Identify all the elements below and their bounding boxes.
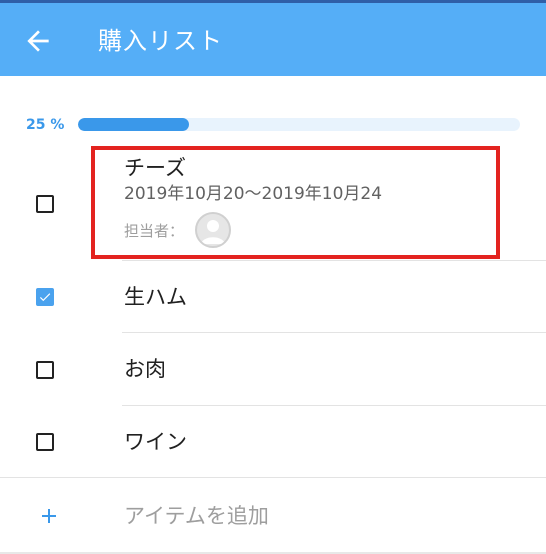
item-date-range: 2019年10月20〜2019年10月24 [124, 184, 383, 204]
item-checkbox[interactable] [36, 361, 54, 379]
item-title: お肉 [124, 357, 166, 381]
list-item-meat[interactable]: お肉 [0, 333, 546, 406]
check-icon [39, 293, 51, 302]
list-item-cheese[interactable]: チーズ 2019年10月20〜2019年10月24 担当者： [0, 146, 546, 261]
back-button[interactable] [22, 25, 54, 57]
arrow-left-icon [27, 30, 49, 52]
app-bar: 購入リスト [0, 3, 546, 76]
avatar-placeholder-icon [201, 220, 225, 244]
progress-percentage: 25 % [26, 117, 65, 133]
add-item-button[interactable]: アイテムを追加 [0, 480, 546, 552]
add-item-label: アイテムを追加 [124, 504, 269, 528]
progress-bar [78, 118, 520, 131]
list-item-wine[interactable]: ワイン [0, 406, 546, 478]
item-title: ワイン [124, 430, 187, 454]
plus-icon [42, 509, 56, 523]
assignee-avatar[interactable] [195, 212, 231, 248]
item-title: チーズ [124, 156, 186, 180]
item-checkbox-checked[interactable] [36, 288, 54, 306]
assignee-label: 担当者： [124, 222, 185, 240]
progress-bar-fill [78, 118, 189, 131]
item-checkbox[interactable] [36, 433, 54, 451]
item-title: 生ハム [124, 285, 187, 309]
list-item-ham[interactable]: 生ハム [0, 261, 546, 333]
item-checkbox[interactable] [36, 195, 54, 213]
row-divider [0, 477, 546, 478]
page-title: 購入リスト [98, 27, 223, 55]
